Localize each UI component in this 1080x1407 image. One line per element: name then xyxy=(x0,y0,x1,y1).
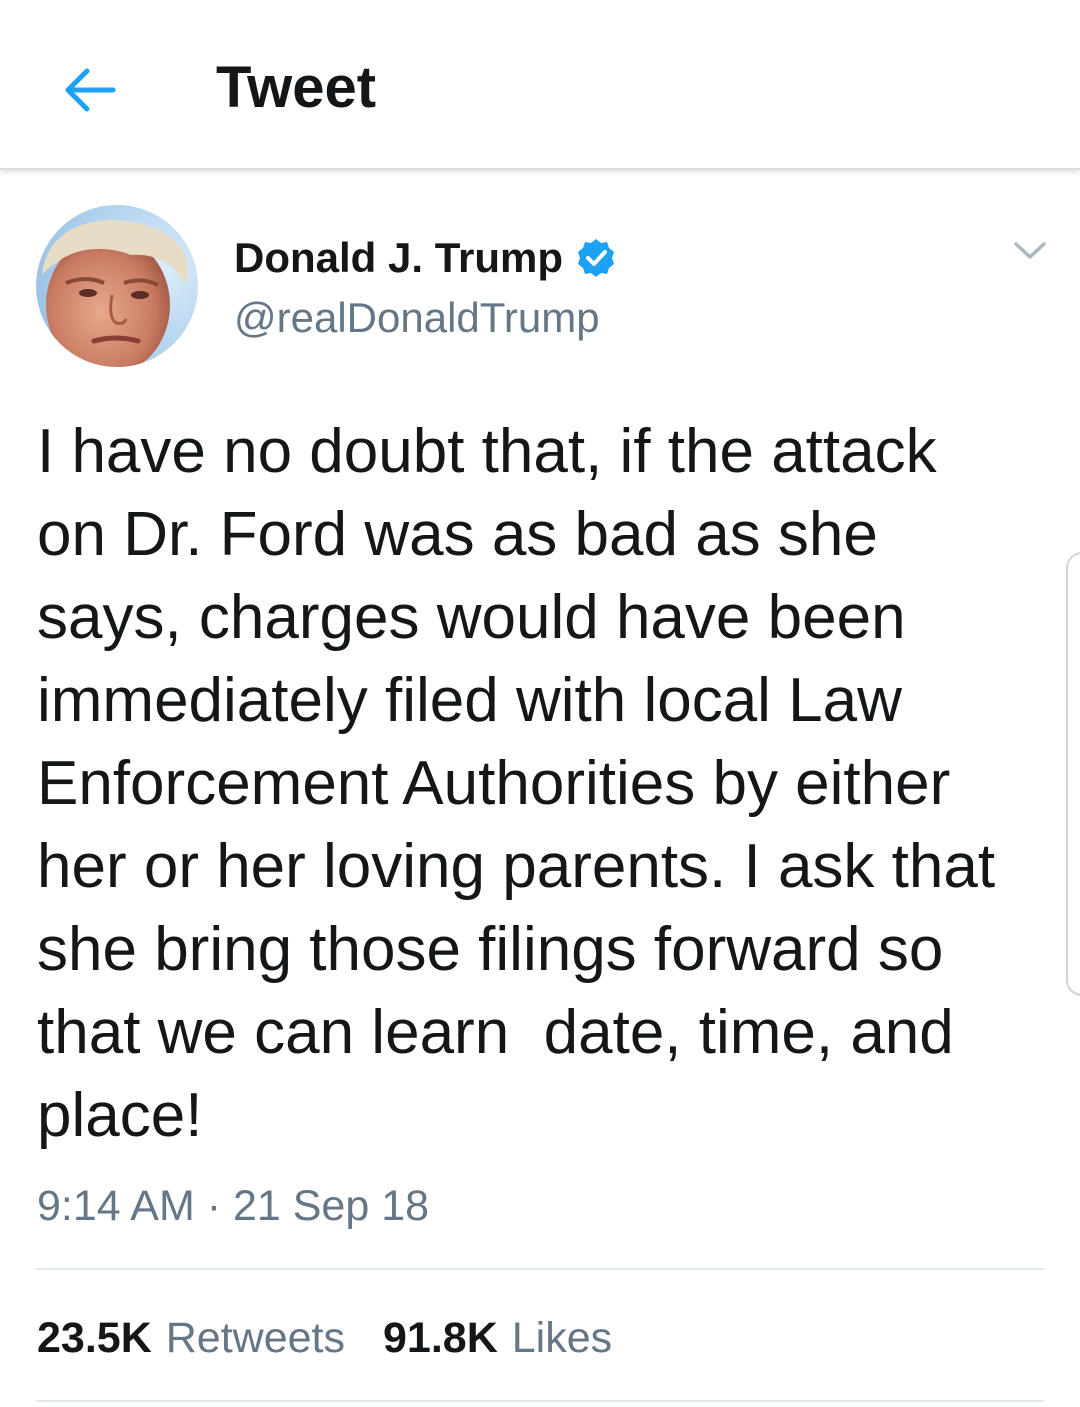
avatar[interactable] xyxy=(36,205,198,367)
tweet-text: I have no doubt that, if the attack on D… xyxy=(37,417,996,1150)
tweet-menu-button[interactable] xyxy=(1008,230,1052,270)
tweet-timestamp[interactable]: 9:14 AM · 21 Sep 18 xyxy=(37,1180,429,1232)
back-arrow-icon xyxy=(65,68,116,112)
top-app-bar: Tweet xyxy=(0,0,1080,170)
likes-stat[interactable]: 91.8K Likes xyxy=(383,1312,612,1364)
likes-count: 91.8K xyxy=(383,1314,498,1362)
chevron-down-icon xyxy=(1014,242,1046,259)
divider xyxy=(36,1268,1044,1270)
author-name: Donald J. Trump xyxy=(234,234,564,281)
verified-badge-icon xyxy=(575,237,617,279)
page-title: Tweet xyxy=(216,55,377,120)
profile-photo-icon xyxy=(36,205,198,367)
retweets-stat[interactable]: 23.5K Retweets xyxy=(37,1312,345,1364)
retweets-count: 23.5K xyxy=(37,1314,152,1362)
divider xyxy=(36,1400,1044,1402)
author-name-row[interactable]: Donald J. Trump xyxy=(234,232,617,284)
side-panel-handle[interactable] xyxy=(1066,552,1080,996)
retweets-label: Retweets xyxy=(165,1314,345,1362)
tweet-stats: 23.5K Retweets 91.8K Likes xyxy=(37,1312,650,1364)
back-button[interactable] xyxy=(54,58,126,122)
likes-label: Likes xyxy=(511,1314,613,1362)
author-handle[interactable]: @realDonaldTrump xyxy=(234,292,600,344)
